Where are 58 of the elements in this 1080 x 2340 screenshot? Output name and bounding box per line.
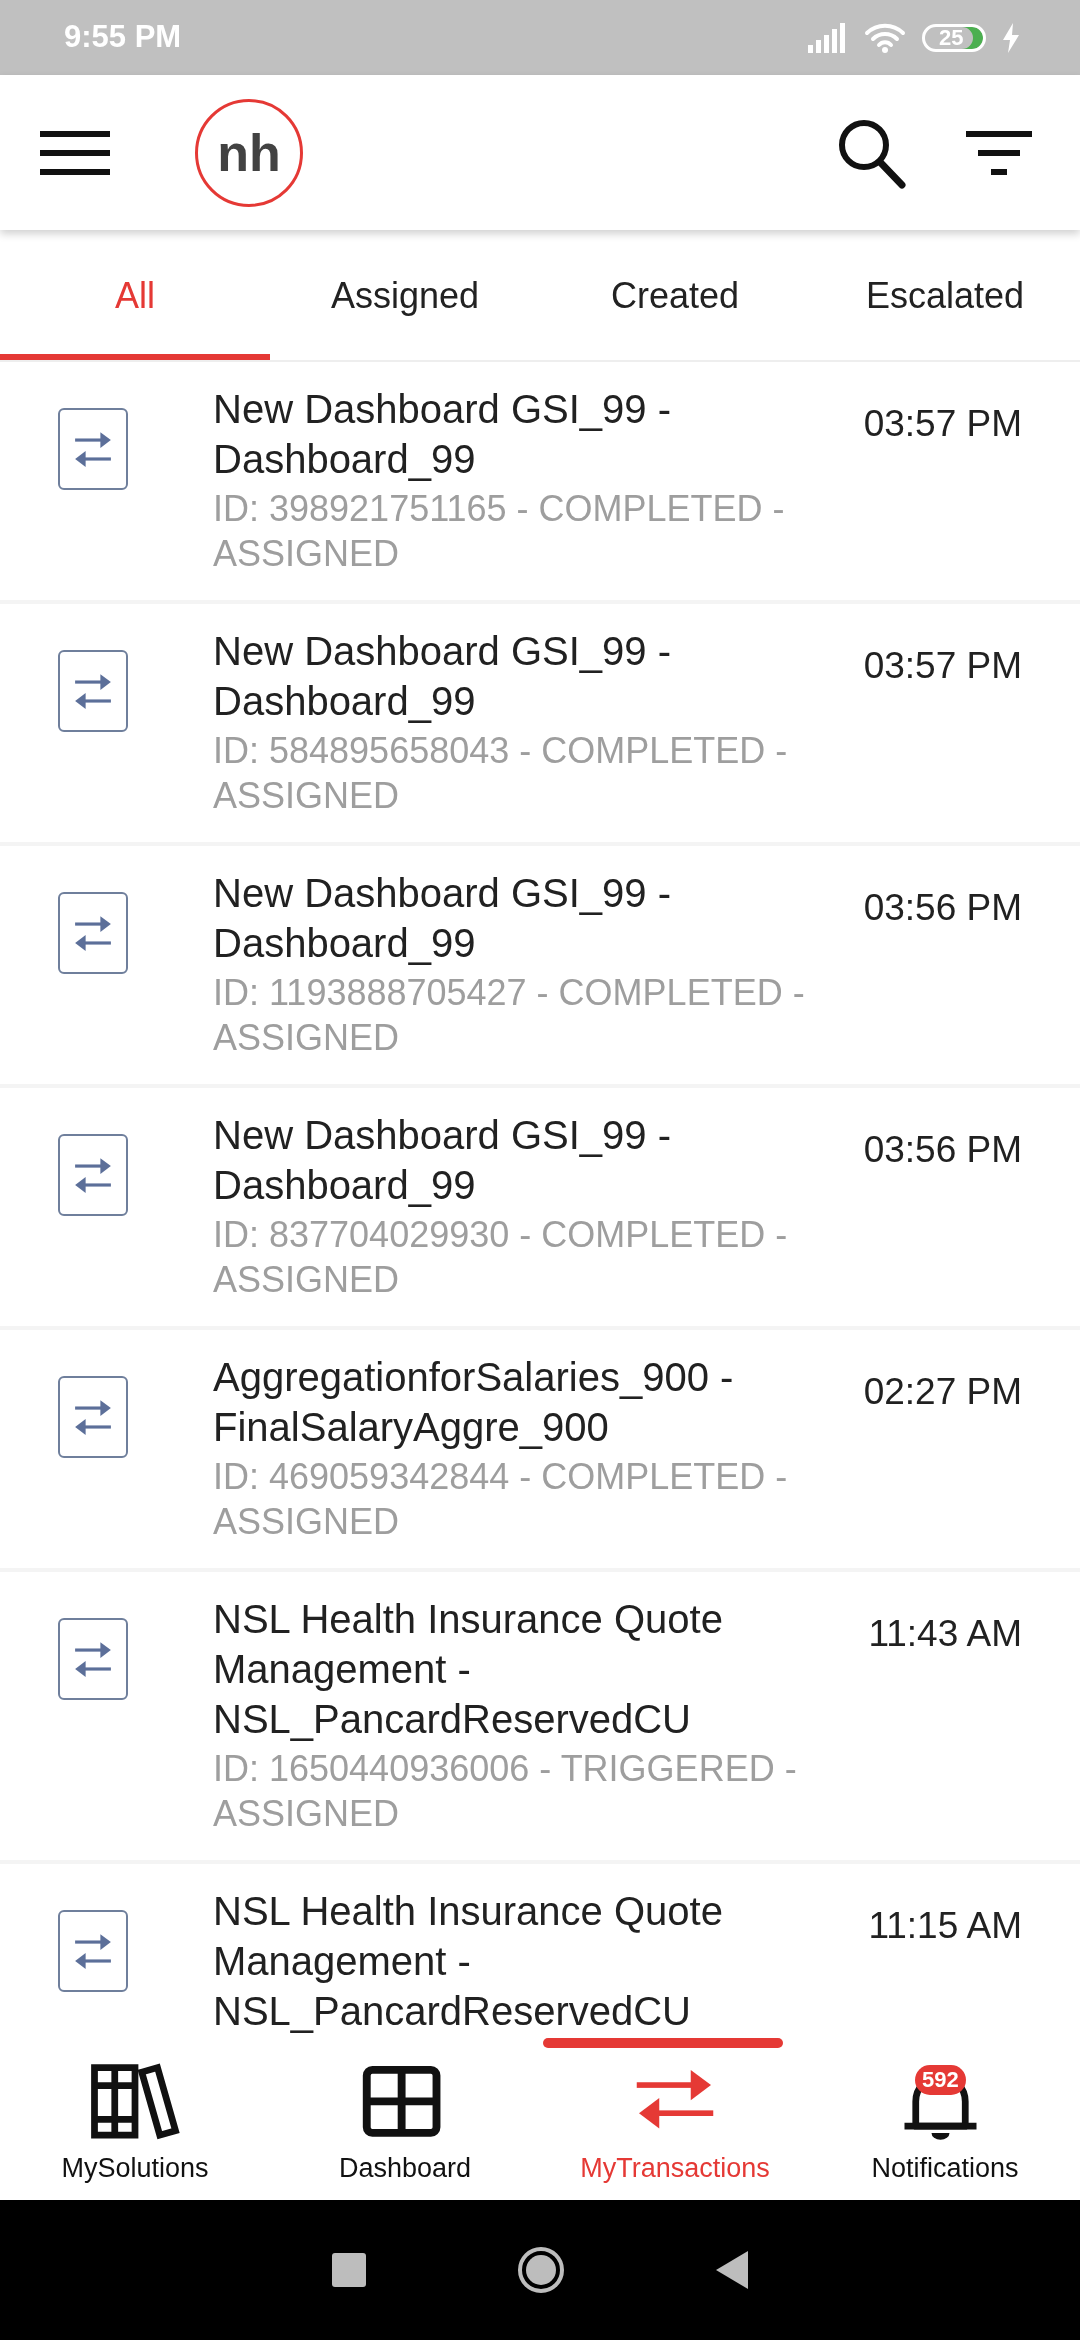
nav-tab[interactable]: Notifications 592 — [810, 2055, 1080, 2200]
transaction-time: 11:43 AM — [868, 1612, 1022, 1656]
swap-arrows-icon — [73, 913, 113, 953]
swap-arrows-icon — [73, 1155, 113, 1195]
transaction-time: 02:27 PM — [863, 1370, 1022, 1414]
swap-arrows-icon — [73, 671, 113, 711]
transaction-time: 03:57 PM — [863, 402, 1022, 446]
transaction-row[interactable]: New Dashboard GSI_99 - Dashboard_99 ID: 398921751165 - COMPLETED - ASSIGNED 03:57 PM — [0, 362, 1080, 600]
filter-button[interactable] — [966, 130, 1032, 175]
tab[interactable]: Assigned — [270, 230, 540, 360]
transaction-title: New Dashboard GSI_99 - Dashboard_99 — [213, 386, 672, 483]
transaction-details: ID: 837704029930 - COMPLETED - ASSIGNED — [213, 1213, 789, 1302]
swap-arrows-icon — [73, 1639, 113, 1679]
transaction-details: ID: 1650440936006 - TRIGGERED - ASSIGNED — [213, 1747, 798, 1836]
menu-icon — [40, 128, 110, 177]
transaction-row[interactable]: AggregationforSalaries_900 - FinalSalaryAggre_900 ID: 469059342844 - COMPLETED - ASSIGNED 02:27 PM — [0, 1330, 1080, 1568]
nav-tab[interactable]: MySolutions — [0, 2055, 270, 2200]
square-icon — [332, 2253, 366, 2287]
back-button[interactable] — [716, 2251, 748, 2289]
transaction-time: 03:56 PM — [863, 886, 1022, 930]
swap-arrows-icon — [73, 1931, 113, 1971]
books-icon — [90, 2062, 180, 2142]
filter-icon — [966, 130, 1032, 175]
transaction-details: ID: 398921751165 - COMPLETED - ASSIGNED — [213, 487, 786, 576]
transaction-time: 03:56 PM — [863, 1128, 1022, 1172]
transaction-row[interactable]: NSL Health Insurance Quote Management - NSL_PancardReservedCU 11:15 AM — [0, 1864, 1080, 2055]
nav-tab[interactable]: Dashboard — [270, 2055, 540, 2200]
transaction-details: ID: 584895658043 - COMPLETED - ASSIGNED — [213, 729, 789, 818]
transaction-title: NSL Health Insurance Quote Management - NSL_PancardReservedCU — [213, 1888, 724, 2035]
circle-icon — [516, 2245, 566, 2295]
battery-indicator: 25 — [922, 23, 986, 52]
transaction-time: 03:57 PM — [863, 644, 1022, 688]
charging-icon — [1002, 22, 1020, 53]
swap-arrows-icon — [73, 429, 113, 469]
transaction-row[interactable]: New Dashboard GSI_99 - Dashboard_99 ID: 1193888705427 - COMPLETED - ASSIGNED 03:56 PM — [0, 846, 1080, 1084]
clock-time: 9:55 PM — [64, 18, 182, 57]
transaction-title: New Dashboard GSI_99 - Dashboard_99 — [213, 628, 672, 725]
notification-count: 592 — [915, 2065, 966, 2095]
transaction-time: 11:15 AM — [868, 1904, 1022, 1948]
transaction-title: New Dashboard GSI_99 - Dashboard_99 — [213, 870, 672, 967]
transaction-row[interactable]: New Dashboard GSI_99 - Dashboard_99 ID: 584895658043 - COMPLETED - ASSIGNED 03:57 PM — [0, 604, 1080, 842]
app-logo: nh — [195, 98, 303, 207]
menu-button[interactable] — [40, 128, 110, 177]
transaction-row[interactable]: New Dashboard GSI_99 - Dashboard_99 ID: 837704029930 - COMPLETED - ASSIGNED 03:56 PM — [0, 1088, 1080, 1326]
transaction-title: AggregationforSalaries_900 - FinalSalaryAggre_900 — [213, 1354, 735, 1451]
swap-arrows-icon — [73, 1397, 113, 1437]
transaction-title: NSL Health Insurance Quote Management - NSL_PancardReservedCU — [213, 1596, 724, 1743]
transaction-row[interactable]: NSL Health Insurance Quote Management - NSL_PancardReservedCU ID: 1650440936006 - TRIGGERED - ASSIGNED 11:43 AM — [0, 1572, 1080, 1860]
signal-icon — [808, 22, 848, 53]
tab[interactable]: Created — [540, 230, 810, 360]
transaction-details: ID: 469059342844 - COMPLETED - ASSIGNED — [213, 1455, 789, 1544]
nav-tab[interactable]: MyTransactions — [540, 2055, 810, 2200]
transaction-details: ID: 1193888705427 - COMPLETED - ASSIGNED — [213, 971, 806, 1060]
home-button[interactable] — [516, 2245, 566, 2295]
transaction-title: New Dashboard GSI_99 - Dashboard_99 — [213, 1112, 672, 1209]
wifi-icon — [864, 21, 906, 54]
tab[interactable]: Escalated — [810, 230, 1080, 360]
back-icon — [716, 2251, 748, 2289]
